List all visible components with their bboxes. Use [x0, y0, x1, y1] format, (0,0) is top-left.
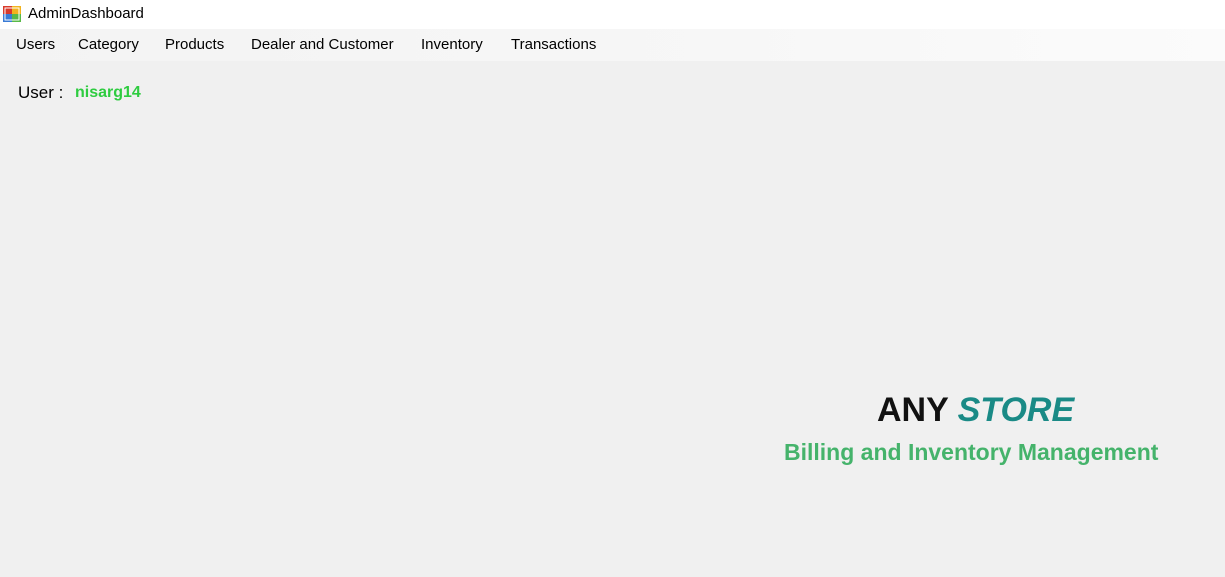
- menu-inventory[interactable]: Inventory: [421, 29, 483, 61]
- menu-users[interactable]: Users: [16, 29, 55, 61]
- title-bar: AdminDashboard: [0, 0, 1225, 29]
- menu-bar: Users Category Products Dealer and Custo…: [0, 29, 1225, 61]
- form-app-icon: [3, 6, 21, 22]
- store-brand-title: ANY STORE: [877, 390, 1074, 430]
- admin-dashboard-window: AdminDashboard Users Category Products D…: [0, 0, 1225, 577]
- logged-in-username: nisarg14: [75, 84, 141, 101]
- user-label: User :: [18, 83, 64, 102]
- menu-products[interactable]: Products: [165, 29, 224, 61]
- window-title: AdminDashboard: [28, 5, 144, 22]
- menu-category[interactable]: Category: [78, 29, 139, 61]
- brand-name-any: ANY: [877, 391, 949, 429]
- menu-dealer-and-customer[interactable]: Dealer and Customer: [251, 29, 394, 61]
- brand-name-store: STORE: [957, 391, 1075, 429]
- menu-transactions[interactable]: Transactions: [511, 29, 596, 61]
- brand-tagline: Billing and Inventory Management: [784, 439, 1159, 465]
